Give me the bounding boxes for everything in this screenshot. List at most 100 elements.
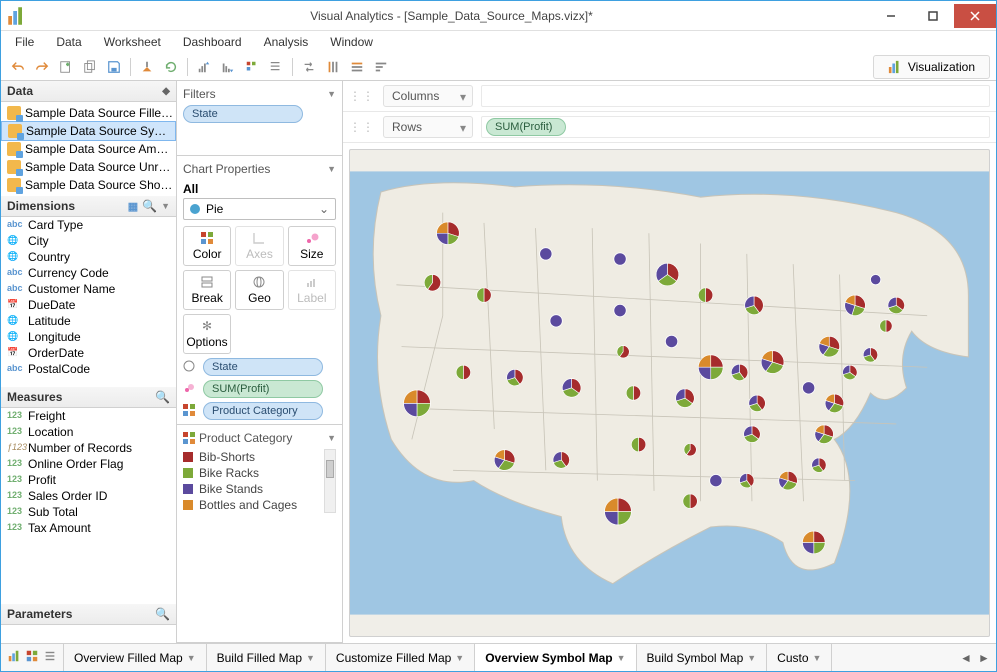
tab-menu-icon[interactable]: ▼	[617, 653, 626, 663]
map-pie-marker[interactable]	[710, 474, 722, 486]
tab-menu-icon[interactable]: ▼	[455, 653, 464, 663]
map-pie-marker[interactable]	[614, 253, 626, 265]
rows-label[interactable]: Rows▾	[383, 116, 473, 138]
dimension-field[interactable]: abcCard Type	[1, 217, 176, 233]
search-dimensions-icon[interactable]: 🔍	[142, 199, 157, 213]
dimension-field[interactable]: 🌐Longitude	[1, 329, 176, 345]
map-pie-marker[interactable]	[863, 348, 877, 362]
dimensions-menu-icon[interactable]: ▼	[161, 201, 170, 211]
sheet-tab[interactable]: Customize Filled Map▼	[326, 644, 475, 671]
fit-height-icon[interactable]	[346, 56, 368, 78]
map-pie-marker[interactable]	[745, 296, 764, 315]
columns-pill-slot[interactable]	[481, 85, 990, 107]
measure-field[interactable]: 123Freight	[1, 408, 176, 424]
map-pie-marker[interactable]	[870, 274, 880, 284]
data-panel-menu-icon[interactable]: ◆	[162, 86, 170, 97]
map-pie-marker[interactable]	[424, 274, 440, 290]
tab-next-icon[interactable]: ►	[976, 650, 992, 666]
legend-item[interactable]: Bib-Shorts	[183, 449, 322, 465]
map-pie-marker[interactable]	[740, 473, 754, 487]
map-pie-marker[interactable]	[562, 379, 581, 398]
map-pie-marker[interactable]	[404, 390, 431, 417]
maximize-button[interactable]	[912, 4, 954, 28]
options-button[interactable]: ✻Options	[183, 314, 231, 354]
map-pie-marker[interactable]	[749, 395, 765, 411]
dimension-field[interactable]: 🌐Latitude	[1, 313, 176, 329]
shelf-pill[interactable]: State	[203, 358, 323, 376]
search-parameters-icon[interactable]: 🔍	[155, 607, 170, 621]
map-pie-marker[interactable]	[815, 425, 834, 444]
tab-menu-icon[interactable]: ▼	[306, 653, 315, 663]
map-pie-marker[interactable]	[550, 315, 562, 327]
map-pie-marker[interactable]	[845, 295, 866, 316]
columns-shelf[interactable]: ⋮⋮ Columns▾	[343, 81, 996, 112]
group-icon[interactable]	[241, 56, 263, 78]
refresh-button[interactable]	[160, 56, 182, 78]
undo-button[interactable]	[7, 56, 29, 78]
dimension-field[interactable]: 🌐City	[1, 233, 176, 249]
tab-menu-icon[interactable]: ▼	[813, 653, 822, 663]
rows-pill-sum-profit[interactable]: SUM(Profit)	[486, 118, 566, 136]
dimension-field[interactable]: 📅DueDate	[1, 297, 176, 313]
map-pie-marker[interactable]	[614, 304, 626, 316]
sheet-tab[interactable]: Build Filled Map▼	[207, 644, 326, 671]
map-canvas[interactable]	[349, 149, 990, 637]
menu-window[interactable]: Window	[326, 33, 377, 51]
close-button[interactable]	[954, 4, 996, 28]
dimension-field[interactable]: abcCurrency Code	[1, 265, 176, 281]
map-pie-marker[interactable]	[843, 365, 857, 379]
duplicate-button[interactable]	[79, 56, 101, 78]
data-source-item[interactable]: Sample Data Source Sy…	[1, 121, 176, 141]
map-pie-marker[interactable]	[802, 531, 825, 554]
map-pie-marker[interactable]	[605, 498, 632, 525]
shelf-pill[interactable]: SUM(Profit)	[203, 380, 323, 398]
fit-both-icon[interactable]	[370, 56, 392, 78]
axes-button[interactable]: Axes	[235, 226, 283, 266]
map-pie-marker[interactable]	[744, 426, 760, 442]
map-pie-marker[interactable]	[761, 351, 784, 374]
map-pie-marker[interactable]	[540, 248, 552, 260]
sheet-tab[interactable]: Custo▼	[767, 644, 832, 671]
redo-button[interactable]	[31, 56, 53, 78]
dimension-field[interactable]: 📅OrderDate	[1, 345, 176, 361]
break-button[interactable]: Break	[183, 270, 231, 310]
search-measures-icon[interactable]: 🔍	[155, 390, 170, 404]
map-pie-marker[interactable]	[819, 336, 840, 357]
shelf-pill[interactable]: Product Category	[203, 402, 323, 420]
map-pie-marker[interactable]	[665, 335, 677, 347]
filter-pill-state[interactable]: State	[183, 105, 303, 123]
menu-file[interactable]: File	[11, 33, 38, 51]
rows-shelf[interactable]: ⋮⋮ Rows▾ SUM(Profit)	[343, 112, 996, 143]
legend-item[interactable]: Bike Stands	[183, 481, 322, 497]
color-button[interactable]: Color	[183, 226, 231, 266]
map-pie-marker[interactable]	[731, 364, 747, 380]
new-worksheet-button[interactable]	[55, 56, 77, 78]
measure-field[interactable]: 123Tax Amount	[1, 520, 176, 536]
map-pie-marker[interactable]	[631, 437, 645, 451]
list-sheets-icon[interactable]	[43, 649, 57, 666]
sort-asc-icon[interactable]	[193, 56, 215, 78]
tab-menu-icon[interactable]: ▼	[187, 653, 196, 663]
measure-field[interactable]: 123Sales Order ID	[1, 488, 176, 504]
map-pie-marker[interactable]	[477, 288, 491, 302]
legend-menu-icon[interactable]: ▼	[327, 433, 336, 443]
minimize-button[interactable]	[870, 4, 912, 28]
map-pie-marker[interactable]	[676, 389, 695, 408]
fit-width-icon[interactable]	[322, 56, 344, 78]
legend-scrollbar[interactable]	[324, 449, 336, 513]
map-pie-marker[interactable]	[626, 386, 640, 400]
chart-props-menu-icon[interactable]: ▼	[327, 164, 336, 174]
map-pie-marker[interactable]	[812, 458, 826, 472]
dimension-field[interactable]: 🌐Country	[1, 249, 176, 265]
sheet-tab[interactable]: Overview Filled Map▼	[64, 644, 207, 671]
map-pie-marker[interactable]	[802, 382, 814, 394]
legend-item[interactable]: Bike Racks	[183, 465, 322, 481]
size-button[interactable]: Size	[288, 226, 336, 266]
table-view-icon[interactable]: ▦	[128, 200, 138, 213]
tab-menu-icon[interactable]: ▼	[747, 653, 756, 663]
measure-field[interactable]: 123Online Order Flag	[1, 456, 176, 472]
map-pie-marker[interactable]	[456, 365, 470, 379]
map-pie-marker[interactable]	[553, 452, 569, 468]
new-sheet-icon[interactable]	[7, 649, 21, 666]
measure-field[interactable]: 123Profit	[1, 472, 176, 488]
